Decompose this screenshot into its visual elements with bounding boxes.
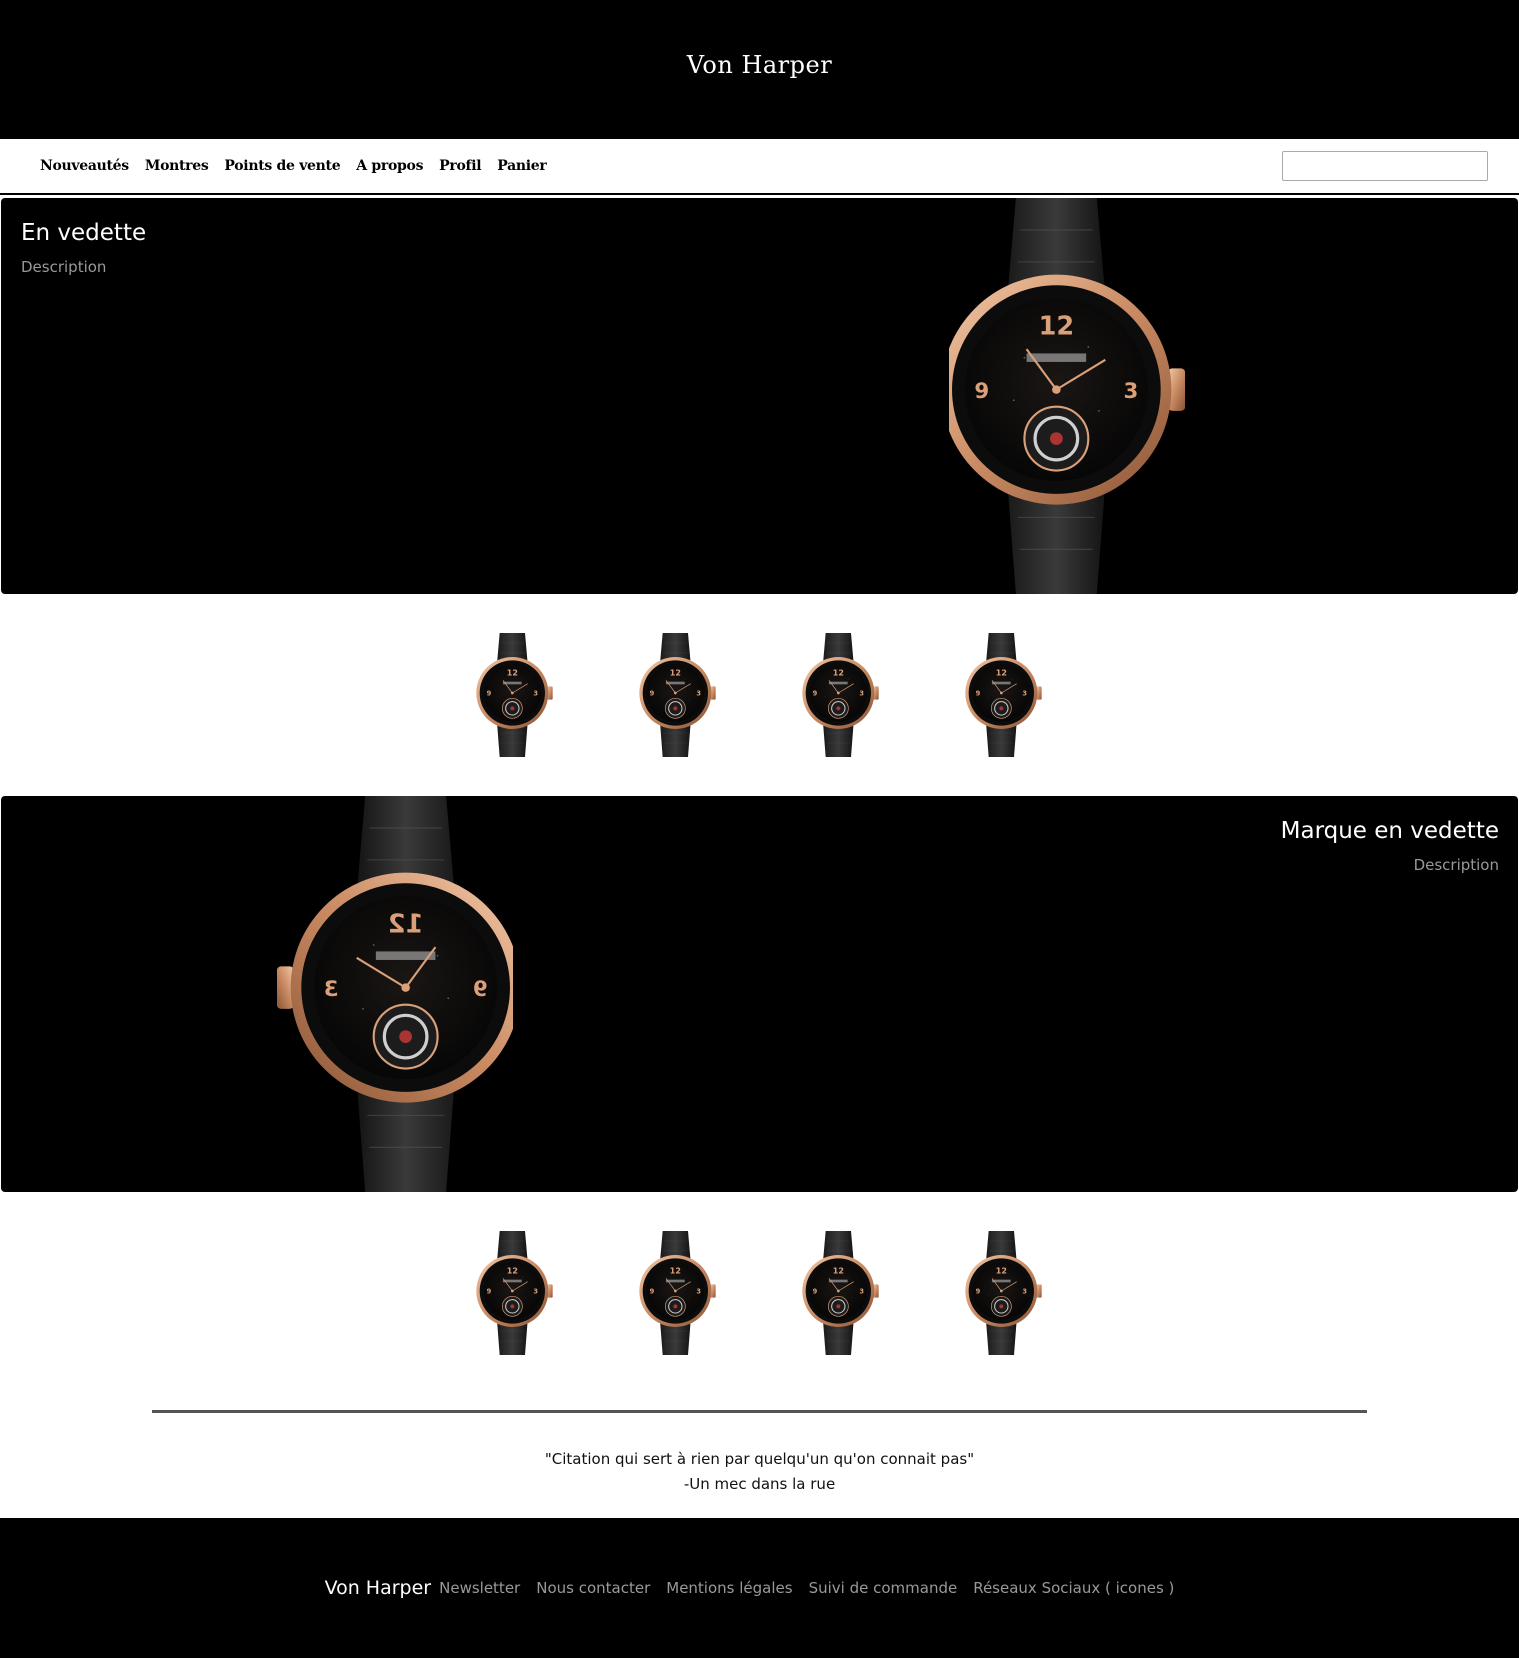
nav-links: Nouveautés Montres Points de vente A pro…	[40, 158, 547, 174]
main-nav: Nouveautés Montres Points de vente A pro…	[0, 139, 1519, 195]
footer-link-newsletter[interactable]: Newsletter	[439, 1579, 520, 1597]
site-footer: Von Harper Newsletter Nous contacter Men…	[0, 1518, 1519, 1658]
footer-brand[interactable]: Von Harper	[325, 1577, 432, 1599]
footer-link-mentions-legales[interactable]: Mentions légales	[666, 1579, 792, 1597]
watch-thumbnail[interactable]	[964, 1226, 1044, 1360]
nav-item-profil[interactable]: Profil	[439, 158, 481, 174]
featured-hero[interactable]: En vedette Description	[1, 198, 1518, 594]
watch-thumbnail[interactable]	[801, 628, 881, 762]
quote-block: "Citation qui sert à rien par quelqu'un …	[0, 1447, 1519, 1497]
brand-featured-description: Description	[1413, 856, 1499, 874]
top-banner: Von Harper	[0, 0, 1519, 139]
search-input[interactable]	[1282, 151, 1488, 181]
watch-thumbnail[interactable]	[475, 1226, 555, 1360]
quote-text: "Citation qui sert à rien par quelqu'un …	[544, 1450, 975, 1468]
featured-description: Description	[21, 258, 107, 276]
brand-featured-text: Marque en vedette Description	[1281, 818, 1499, 874]
footer-link-contact[interactable]: Nous contacter	[536, 1579, 650, 1597]
watch-thumbnail[interactable]	[638, 1226, 718, 1360]
nav-item-nouveautes[interactable]: Nouveautés	[40, 158, 129, 174]
watch-thumbnail[interactable]	[475, 628, 555, 762]
featured-title: En vedette	[21, 220, 147, 246]
brand-featured-hero[interactable]: Marque en vedette Description	[1, 796, 1518, 1192]
brand-thumbnails	[0, 1192, 1519, 1394]
section-divider	[152, 1410, 1367, 1413]
brand-featured-watch-image	[277, 796, 513, 1192]
footer-link-suivi-commande[interactable]: Suivi de commande	[809, 1579, 958, 1597]
watch-thumbnail[interactable]	[638, 628, 718, 762]
nav-item-points-de-vente[interactable]: Points de vente	[224, 158, 340, 174]
watch-thumbnail[interactable]	[801, 1226, 881, 1360]
watch-thumbnail[interactable]	[964, 628, 1044, 762]
quote-author: -Un mec dans la rue	[683, 1475, 836, 1493]
brand-logo[interactable]: Von Harper	[687, 51, 832, 79]
nav-item-panier[interactable]: Panier	[497, 158, 547, 174]
nav-item-a-propos[interactable]: A propos	[356, 158, 423, 174]
featured-thumbnails	[0, 594, 1519, 796]
nav-item-montres[interactable]: Montres	[145, 158, 209, 174]
brand-featured-title: Marque en vedette	[1280, 818, 1499, 844]
featured-text: En vedette Description	[21, 220, 146, 276]
footer-link-reseaux-sociaux[interactable]: Réseaux Sociaux ( icones )	[973, 1579, 1174, 1597]
featured-watch-image	[949, 198, 1185, 594]
